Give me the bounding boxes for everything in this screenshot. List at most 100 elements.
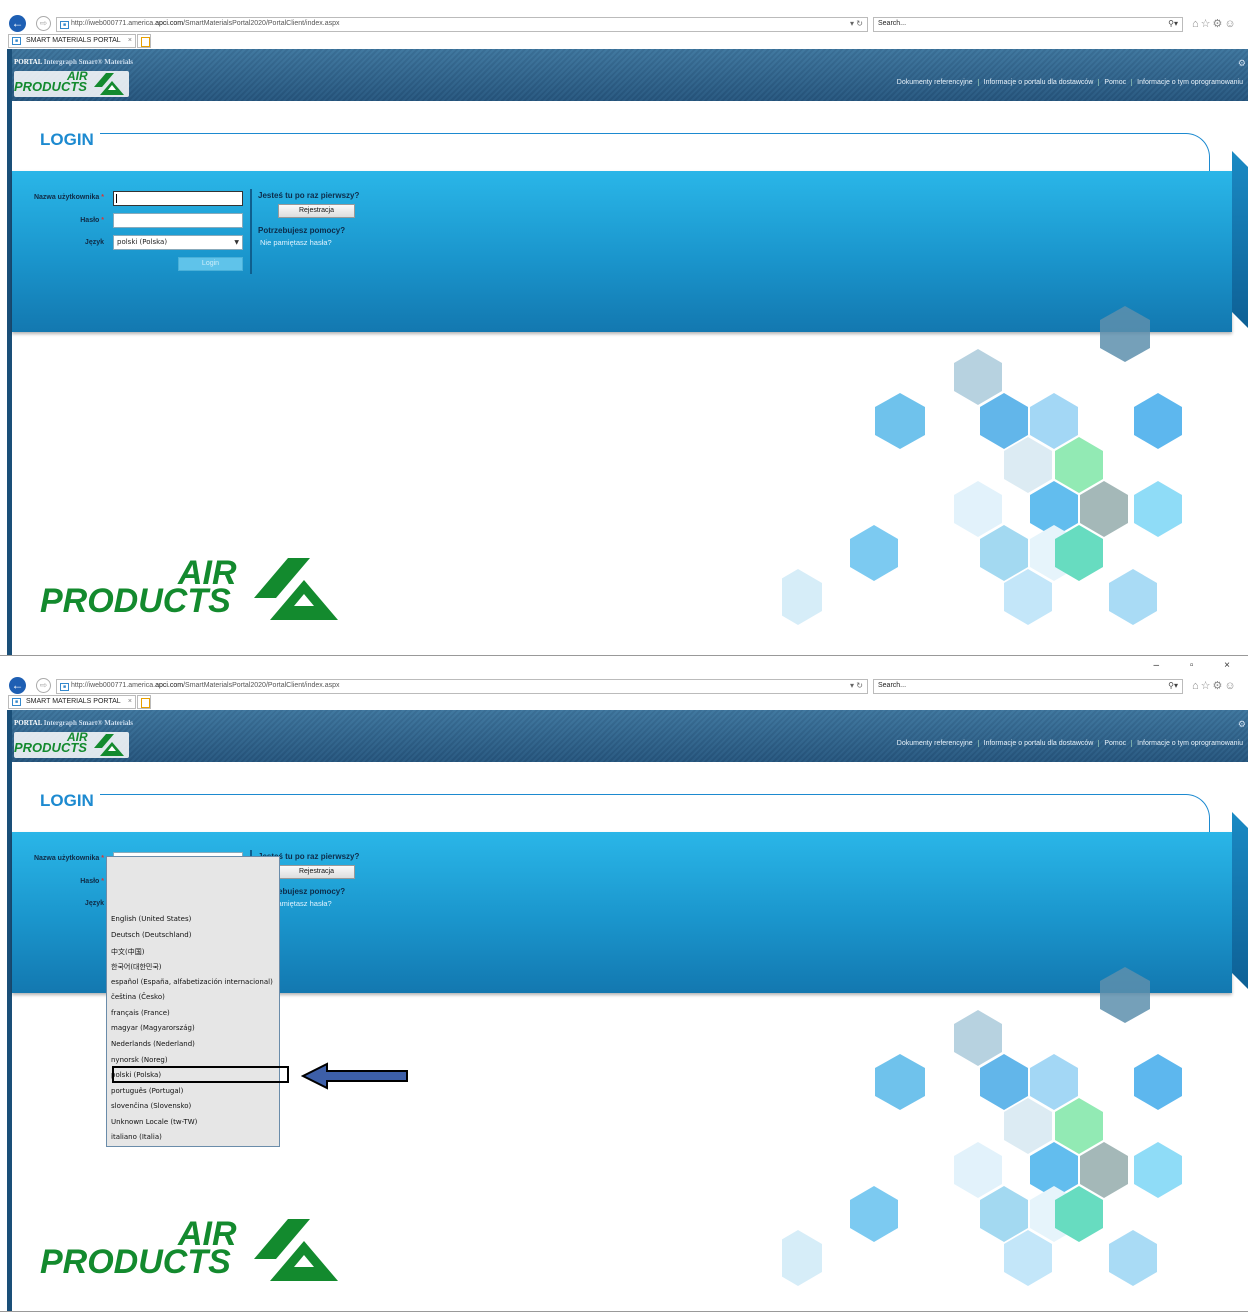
portal-header <box>12 49 1248 101</box>
search-field[interactable]: Search... ⚲▾ <box>873 679 1183 694</box>
selected-option-highlight <box>112 1066 289 1083</box>
logo-mark-icon <box>94 73 124 95</box>
refresh-icon[interactable]: ▾ ↻ <box>850 19 863 28</box>
footer-logo: AIR PRODUCTS <box>40 554 340 624</box>
search-placeholder: Search... <box>878 20 907 27</box>
browser-tab[interactable]: ■ SMART MATERIALS PORTAL × <box>8 34 136 48</box>
logo-mark-icon <box>254 1219 338 1281</box>
portal-page: PORTAL Intergraph Smart® Materials ⚙ AIR… <box>7 49 1248 655</box>
logo-mark-icon <box>254 558 338 620</box>
screenshot-login: – ▫ × ← ⇨ ■ http://iweb000771.america.ap… <box>0 0 1248 656</box>
tab-close-icon[interactable]: × <box>128 696 132 708</box>
login-title: LOGIN <box>40 130 94 149</box>
nav-reference-docs[interactable]: Dokumenty referencyjne <box>892 740 978 747</box>
url-field[interactable]: ■ http://iweb000771.america.apci.com/Sma… <box>56 17 868 32</box>
username-label: Nazwa użytkownika * <box>33 855 104 862</box>
nav-portal-info[interactable]: Informacje o portalu dla dostawców <box>977 79 1099 86</box>
nav-portal-info[interactable]: Informacje o portalu dla dostawców <box>977 740 1099 747</box>
login-button[interactable]: Login <box>178 257 243 271</box>
search-placeholder: Search... <box>878 682 907 689</box>
language-option[interactable]: português (Portugal) <box>111 1087 183 1095</box>
tab-favicon-icon: ■ <box>12 698 21 706</box>
refresh-icon[interactable]: ▾ ↻ <box>850 681 863 690</box>
header-logo: AIR PRODUCTS <box>14 730 129 758</box>
language-option[interactable]: English (United States) <box>111 915 191 923</box>
password-label: Hasło * <box>80 878 104 885</box>
nav-help[interactable]: Pomoc <box>1098 740 1132 747</box>
search-icon[interactable]: ⚲▾ <box>1168 19 1178 28</box>
password-input[interactable] <box>113 213 243 228</box>
help-heading: Potrzebujesz pomocy? <box>258 226 346 235</box>
page-favicon-icon: ■ <box>60 683 69 691</box>
language-option[interactable]: español (España, alfabetización internac… <box>111 978 273 986</box>
hexagon-decoration <box>782 967 1182 1286</box>
left-arrow-icon <box>301 1062 408 1090</box>
forward-button[interactable]: ⇨ <box>36 16 51 31</box>
language-option[interactable]: nynorsk (Noreg) <box>111 1056 168 1064</box>
tab-title: SMART MATERIALS PORTAL <box>26 37 121 44</box>
register-button[interactable]: Rejestracja <box>278 204 355 218</box>
title-divider <box>100 133 1210 173</box>
nav-about[interactable]: Informacje o tym oprogramowaniu <box>1131 740 1248 747</box>
settings-icon[interactable]: ⚙ <box>1238 719 1246 730</box>
page-favicon-icon: ■ <box>60 21 69 29</box>
address-bar-row: ← ⇨ ■ http://iweb000771.america.apci.com… <box>0 14 1248 34</box>
window-controls[interactable]: – ▫ × <box>1153 660 1244 671</box>
tab-bar: ■ SMART MATERIALS PORTAL × <box>0 34 1248 48</box>
title-divider <box>100 794 1210 834</box>
login-title: LOGIN <box>40 791 94 810</box>
username-label: Nazwa użytkownika * <box>33 194 104 201</box>
chevron-down-icon: ▼ <box>234 239 239 246</box>
header-nav: Dokumenty referencyjne Informacje o porta… <box>892 79 1248 86</box>
tab-bar: ■ SMART MATERIALS PORTAL × <box>0 695 1248 709</box>
footer-logo: AIR PRODUCTS <box>40 1215 340 1285</box>
hexagon-decoration <box>782 306 1182 625</box>
language-label: Język <box>84 900 104 907</box>
first-time-heading: Jesteś tu po raz pierwszy? <box>258 191 360 200</box>
forward-button[interactable]: ⇨ <box>36 678 51 693</box>
language-label: Język <box>84 239 104 246</box>
new-tab-button[interactable] <box>137 34 151 48</box>
password-label: Hasło * <box>80 217 104 224</box>
language-option[interactable]: italiano (Italia) <box>111 1133 162 1141</box>
tab-favicon-icon: ■ <box>12 37 21 45</box>
panel-separator <box>250 189 252 274</box>
language-dropdown-list[interactable]: English (United States) Deutsch (Deutsch… <box>106 856 280 1147</box>
language-option[interactable]: Nederlands (Nederland) <box>111 1040 195 1048</box>
toolbar-icons[interactable]: ⌂☆⚙☺ <box>1192 679 1238 692</box>
header-nav: Dokumenty referencyjne Informacje o porta… <box>892 740 1248 747</box>
header-logo: AIR PRODUCTS <box>14 69 129 97</box>
language-option[interactable]: slovenčina (Slovensko) <box>111 1102 191 1110</box>
back-button[interactable]: ← <box>9 677 26 694</box>
nav-reference-docs[interactable]: Dokumenty referencyjne <box>892 79 978 86</box>
back-button[interactable]: ← <box>9 15 26 32</box>
settings-icon[interactable]: ⚙ <box>1238 58 1246 69</box>
language-option[interactable]: 한국어(대한민국) <box>111 962 162 972</box>
register-button[interactable]: Rejestracja <box>278 865 355 879</box>
language-option[interactable]: français (France) <box>111 1009 170 1017</box>
forgot-password-link[interactable]: Nie pamiętasz hasła? <box>260 238 332 247</box>
portal-label: PORTAL Intergraph Smart® Materials <box>14 719 133 727</box>
language-option[interactable]: magyar (Magyarország) <box>111 1024 195 1032</box>
search-field[interactable]: Search... ⚲▾ <box>873 17 1183 32</box>
portal-label: PORTAL Intergraph Smart® Materials <box>14 58 133 66</box>
url-text: http://iweb000771.america.apci.com/Smart… <box>71 682 340 689</box>
url-field[interactable]: ■ http://iweb000771.america.apci.com/Sma… <box>56 679 868 694</box>
toolbar-icons[interactable]: ⌂☆⚙☺ <box>1192 17 1238 30</box>
url-text: http://iweb000771.america.apci.com/Smart… <box>71 20 340 27</box>
logo-mark-icon <box>94 734 124 756</box>
new-tab-button[interactable] <box>137 695 151 709</box>
nav-help[interactable]: Pomoc <box>1098 79 1132 86</box>
language-option[interactable]: 中文(中国) <box>111 947 144 957</box>
tab-title: SMART MATERIALS PORTAL <box>26 698 121 705</box>
username-input[interactable] <box>113 191 243 206</box>
language-option[interactable]: čeština (Česko) <box>111 993 165 1001</box>
language-option[interactable]: Unknown Locale (tw-TW) <box>111 1118 197 1126</box>
search-icon[interactable]: ⚲▾ <box>1168 681 1178 690</box>
browser-tab[interactable]: ■ SMART MATERIALS PORTAL × <box>8 695 136 709</box>
language-select[interactable]: polski (Polska)▼ <box>113 235 243 250</box>
address-bar-row: ← ⇨ ■ http://iweb000771.america.apci.com… <box>0 676 1248 696</box>
nav-about[interactable]: Informacje o tym oprogramowaniu <box>1131 79 1248 86</box>
language-option[interactable]: Deutsch (Deutschland) <box>111 931 191 939</box>
tab-close-icon[interactable]: × <box>128 35 132 47</box>
